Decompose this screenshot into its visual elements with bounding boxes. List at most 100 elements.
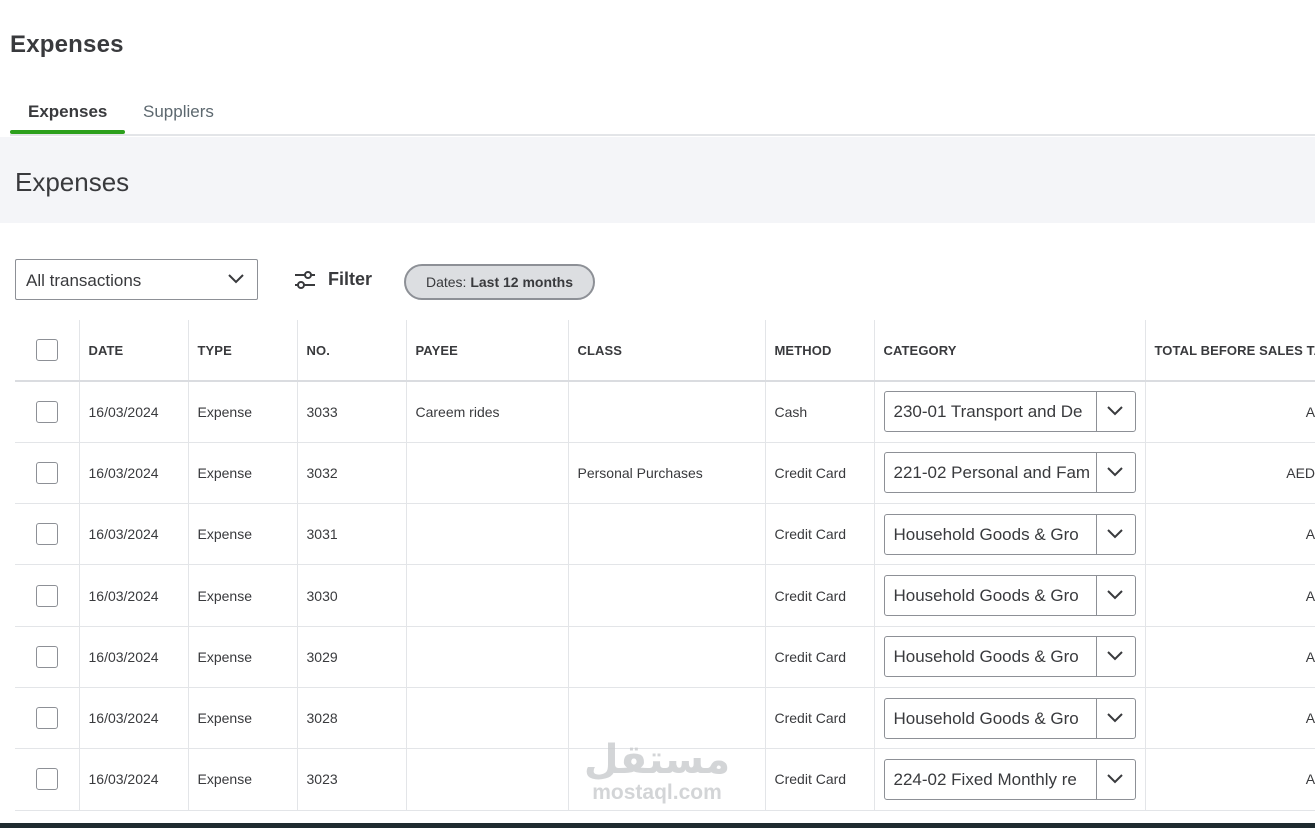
category-divider <box>1095 453 1097 493</box>
table-row[interactable]: 16/03/2024 Expense 3023 Credit Card 224-02 F… <box>15 748 1315 811</box>
cell-category: Household Goods & Gro <box>874 503 1146 566</box>
col-method[interactable]: METHOD <box>765 320 875 382</box>
transactions-select-value: All transactions <box>26 271 142 290</box>
col-class[interactable]: CLASS <box>568 320 766 382</box>
table-row[interactable]: 16/03/2024 Expense 3033 Careem rides Cash 230… <box>15 381 1315 443</box>
category-value: 224-02 Fixed Monthly re <box>893 769 1077 789</box>
row-checkbox[interactable] <box>35 707 58 730</box>
cell-total: AED <box>1145 687 1315 750</box>
category-divider <box>1095 514 1097 554</box>
cell-method: Credit Card <box>765 687 875 750</box>
table-row[interactable]: 16/03/2024 Expense 3030 Credit Card Househol… <box>15 564 1315 627</box>
col-type[interactable]: TYPE <box>188 320 298 382</box>
cell-no: 3033 <box>297 381 407 443</box>
cell-payee <box>406 748 569 811</box>
transactions-select[interactable]: All transactions <box>15 259 258 300</box>
chevron-down-icon <box>1106 774 1123 784</box>
col-total-before-tax[interactable]: TOTAL BEFORE SALES TA <box>1145 320 1315 382</box>
category-value: 221-02 Personal and Fam <box>893 463 1091 483</box>
category-select[interactable]: Household Goods & Gro <box>883 697 1136 739</box>
chevron-down-icon <box>228 274 244 284</box>
cell-payee: Careem rides <box>406 381 569 443</box>
row-select-cell <box>15 503 80 566</box>
category-select[interactable]: 224-02 Fixed Monthly re <box>883 758 1136 800</box>
category-divider <box>1095 392 1097 432</box>
active-tab-indicator <box>10 130 125 134</box>
cell-total: AED <box>1145 748 1315 811</box>
date-pill-prefix: Dates: <box>425 274 467 290</box>
cell-payee <box>406 503 569 566</box>
table-row[interactable]: 16/03/2024 Expense 3031 Credit Card Househol… <box>15 503 1315 566</box>
cell-no: 3032 <box>297 442 407 505</box>
cell-date: 16/03/2024 <box>79 442 189 505</box>
table-row[interactable]: 16/03/2024 Expense 3028 Credit Card Househol… <box>15 687 1315 750</box>
cell-class <box>568 503 766 566</box>
date-filter-pill[interactable]: Dates: Last 12 months <box>404 264 595 300</box>
col-date[interactable]: DATE <box>79 320 189 382</box>
category-value: Household Goods & Gro <box>893 524 1079 544</box>
cell-type: Expense <box>188 687 298 750</box>
cell-type: Expense <box>188 748 298 811</box>
cell-payee <box>406 626 569 688</box>
col-no[interactable]: NO. <box>297 320 407 382</box>
cell-category: 221-02 Personal and Fam <box>874 442 1146 505</box>
chevron-down-icon <box>1106 529 1123 539</box>
cell-total: AED <box>1145 626 1315 688</box>
category-select[interactable]: 230-01 Transport and De <box>883 391 1136 433</box>
chevron-down-icon <box>1106 590 1123 600</box>
tab-expenses[interactable]: Expenses <box>28 102 107 122</box>
row-select-cell <box>15 381 80 443</box>
category-select[interactable]: Household Goods & Gro <box>883 636 1136 678</box>
category-select[interactable]: 221-02 Personal and Fam <box>883 452 1136 494</box>
cell-date: 16/03/2024 <box>79 748 189 811</box>
category-select[interactable]: Household Goods & Gro <box>883 513 1136 555</box>
row-checkbox[interactable] <box>35 400 58 423</box>
cell-date: 16/03/2024 <box>79 564 189 627</box>
table-row[interactable]: 16/03/2024 Expense 3029 Credit Card Househol… <box>15 626 1315 688</box>
col-category[interactable]: CATEGORY <box>874 320 1146 382</box>
filter-sliders-icon <box>295 271 315 289</box>
cell-category: 230-01 Transport and De <box>874 381 1146 443</box>
select-all-checkbox[interactable] <box>35 339 58 361</box>
tab-suppliers[interactable]: Suppliers <box>143 102 214 122</box>
cell-total: AED <box>1145 503 1315 566</box>
cell-date: 16/03/2024 <box>79 626 189 688</box>
cell-no: 3031 <box>297 503 407 566</box>
cell-method: Credit Card <box>765 503 875 566</box>
row-select-cell <box>15 564 80 627</box>
cell-class <box>568 626 766 688</box>
category-value: Household Goods & Gro <box>893 708 1079 728</box>
tab-bar: Expenses Suppliers <box>10 96 1315 136</box>
cell-no: 3023 <box>297 748 407 811</box>
cell-method: Credit Card <box>765 442 875 505</box>
cell-type: Expense <box>188 381 298 443</box>
cell-class <box>568 381 766 443</box>
row-checkbox[interactable] <box>35 523 58 546</box>
row-checkbox[interactable] <box>35 584 58 607</box>
col-payee[interactable]: PAYEE <box>406 320 569 382</box>
row-checkbox[interactable] <box>35 645 58 668</box>
cell-payee <box>406 687 569 750</box>
cell-date: 16/03/2024 <box>79 687 189 750</box>
cell-total: AED <box>1145 564 1315 627</box>
row-checkbox[interactable] <box>35 768 58 791</box>
cell-date: 16/03/2024 <box>79 381 189 443</box>
cell-category: Household Goods & Gro <box>874 687 1146 750</box>
cell-method: Credit Card <box>765 748 875 811</box>
category-divider <box>1095 576 1097 616</box>
row-select-cell <box>15 626 80 688</box>
category-select[interactable]: Household Goods & Gro <box>883 575 1136 617</box>
row-select-cell <box>15 442 80 505</box>
table-row[interactable]: 16/03/2024 Expense 3032 Personal Purchases C… <box>15 442 1315 505</box>
cell-type: Expense <box>188 442 298 505</box>
cell-category: Household Goods & Gro <box>874 626 1146 688</box>
row-select-cell <box>15 748 80 811</box>
category-divider <box>1095 637 1097 677</box>
category-divider <box>1095 698 1097 738</box>
cell-method: Credit Card <box>765 626 875 688</box>
row-checkbox[interactable] <box>35 461 58 484</box>
cell-method: Cash <box>765 381 875 443</box>
cell-class <box>568 687 766 750</box>
select-all-cell <box>15 320 80 382</box>
cell-type: Expense <box>188 564 298 627</box>
